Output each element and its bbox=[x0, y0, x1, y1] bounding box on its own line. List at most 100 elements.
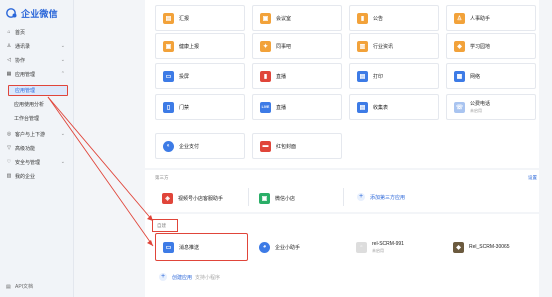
app-card-wechat-shop[interactable]: ▣ 微信小店 bbox=[252, 185, 342, 211]
add-third-party-button[interactable]: + 添加第三方应用 bbox=[357, 193, 405, 201]
learning-icon: ◆ bbox=[454, 40, 465, 52]
app-label: rel-SCRM-991 bbox=[372, 240, 404, 247]
app-card-health-report[interactable]: ▣ 健康上报 bbox=[155, 33, 245, 59]
app-card-live[interactable]: ▮ 直播 bbox=[252, 63, 342, 89]
app-label: 消息推送 bbox=[179, 244, 200, 251]
create-app-button[interactable]: + 创建应用 支持小程序 bbox=[159, 273, 220, 281]
section-title-third-party: 第三方 bbox=[155, 175, 169, 180]
app-label: 网络 bbox=[470, 73, 481, 80]
divider bbox=[343, 188, 344, 206]
sidebar-item-apps[interactable]: ▦ 应用管理 ⌃ bbox=[4, 68, 70, 80]
section-title-custom: 自建 bbox=[157, 223, 166, 228]
print-icon: ▤ bbox=[357, 70, 368, 82]
app-label: 同事吧 bbox=[276, 43, 292, 50]
announcement-icon: ▮ bbox=[357, 12, 368, 24]
door-icon: ▯ bbox=[163, 101, 174, 113]
screen-cast-icon: ▭ bbox=[163, 70, 174, 82]
app-label: 打印 bbox=[373, 73, 384, 80]
app-label-group: rel-SCRM-991 未启用 bbox=[372, 241, 404, 254]
sidebar-item-label: 应用管理 bbox=[15, 71, 36, 78]
message-icon: ▭ bbox=[163, 241, 174, 253]
app-label-group: 公费电话 未启用 bbox=[470, 100, 490, 114]
app-label: 视频号小店客服助手 bbox=[178, 195, 224, 202]
sidebar-item-collab[interactable]: ◁ 协作 ⌄ bbox=[4, 54, 70, 66]
app-card-message-push[interactable]: ▭ 消息推送 bbox=[155, 233, 248, 261]
sidebar-item-label: 首页 bbox=[15, 29, 26, 36]
api-doc-label: API文档 bbox=[15, 284, 34, 290]
chevron-down-icon: ⌄ bbox=[60, 57, 65, 63]
wecom-logo-icon bbox=[6, 7, 18, 19]
app-label: 企业小助手 bbox=[275, 244, 301, 251]
app-card-rel-scrm-30065[interactable]: ◆ Rel_SCRM-30065 bbox=[446, 234, 536, 260]
contacts-icon: ♙ bbox=[6, 43, 12, 49]
sidebar-subitem-app-management[interactable]: 应用管理 bbox=[8, 85, 68, 96]
customer-icon: ◎ bbox=[6, 131, 12, 137]
apps-icon: ▦ bbox=[6, 71, 12, 77]
main-content: ▤ 汇报 ▣ 会议室 ▮ 公告 ♙ 人事助手 ▣ 健康上报 ✦ 同事吧 ▥ 行业… bbox=[75, 0, 552, 297]
app-card-red-packet-cover[interactable]: ▬ 红包封面 bbox=[252, 133, 342, 159]
meeting-room-icon: ▣ bbox=[260, 12, 271, 24]
live-icon: ▮ bbox=[260, 70, 271, 82]
network-icon: ▦ bbox=[454, 70, 465, 82]
api-doc-link[interactable]: ▤ API文档 bbox=[6, 283, 34, 291]
health-report-icon: ▣ bbox=[163, 40, 174, 52]
app-card-live-broadcast[interactable]: LIVE 直播 bbox=[252, 94, 342, 120]
app-label: 人事助手 bbox=[470, 15, 491, 22]
app-card-enterprise-pay[interactable]: ◐ 企业支付 bbox=[155, 133, 245, 159]
app-card-screen-cast[interactable]: ▭ 投屏 bbox=[155, 63, 245, 89]
divider bbox=[248, 188, 249, 206]
sidebar-item-security[interactable]: ♡ 安全与管理 ⌄ bbox=[4, 156, 70, 168]
brand[interactable]: 企业微信 bbox=[6, 6, 58, 20]
app-card-form-collection[interactable]: ▤ 收集表 bbox=[349, 94, 439, 120]
app-card-announcement[interactable]: ▮ 公告 bbox=[349, 5, 439, 31]
app-card-meeting-room[interactable]: ▣ 会议室 bbox=[252, 5, 342, 31]
app-label: 健康上报 bbox=[179, 43, 200, 50]
app-card-video-shop-service[interactable]: ◈ 视频号小店客服助手 bbox=[155, 185, 245, 211]
sidebar-item-company[interactable]: ▥ 我的企业 bbox=[4, 170, 70, 182]
app-label: 红包封面 bbox=[276, 143, 297, 150]
app-card-access-control[interactable]: ▯ 门禁 bbox=[155, 94, 245, 120]
home-icon: ⌂ bbox=[7, 29, 11, 35]
live-badge-icon: LIVE bbox=[260, 101, 271, 113]
colleague-bar-icon: ✦ bbox=[260, 40, 271, 52]
app-card-learning[interactable]: ◆ 学习园地 bbox=[446, 33, 536, 59]
app-status: 未启用 bbox=[372, 247, 384, 253]
app-card-colleague-bar[interactable]: ✦ 同事吧 bbox=[252, 33, 342, 59]
app-label: 会议室 bbox=[276, 15, 292, 22]
report-icon: ▤ bbox=[163, 12, 174, 24]
app-label: 门禁 bbox=[179, 104, 190, 111]
sidebar-item-label: 我的企业 bbox=[15, 173, 36, 180]
sidebar-subitem-label: 工作台管理 bbox=[14, 116, 40, 122]
app-label: Rel_SCRM-30065 bbox=[469, 244, 510, 250]
create-app-sub: 支持小程序 bbox=[195, 274, 221, 281]
app-card-rel-scrm-991[interactable]: ▫ rel-SCRM-991 未启用 bbox=[349, 234, 439, 260]
sidebar-item-customer[interactable]: ◎ 客户与上下游 ⌄ bbox=[4, 128, 70, 140]
third-party-settings-link[interactable]: 设置 bbox=[528, 175, 537, 181]
sidebar-subitem-label: 应用管理 bbox=[15, 88, 36, 94]
app-card-enterprise-assistant[interactable]: ◕ 企业小助手 bbox=[252, 234, 342, 260]
plus-icon: + bbox=[159, 273, 167, 281]
chevron-down-icon: ⌄ bbox=[60, 43, 65, 49]
app-label: 行业资讯 bbox=[373, 43, 394, 50]
app-card-hr-assistant[interactable]: ♙ 人事助手 bbox=[446, 5, 536, 31]
sidebar-subitem-workbench[interactable]: 工作台管理 bbox=[8, 113, 68, 124]
sidebar-item-label: 客户与上下游 bbox=[15, 131, 46, 138]
app-card-industry-news[interactable]: ▥ 行业资讯 bbox=[349, 33, 439, 59]
sidebar-item-contacts[interactable]: ♙ 通讯录 ⌄ bbox=[4, 40, 70, 52]
sidebar-subitem-app-analytics[interactable]: 应用使用分析 bbox=[8, 99, 68, 110]
create-app-label: 创建应用 bbox=[172, 274, 193, 281]
app-card-print[interactable]: ▤ 打印 bbox=[349, 63, 439, 89]
app-label: 直播 bbox=[276, 73, 287, 80]
sidebar-item-home[interactable]: ⌂ 首页 bbox=[4, 26, 70, 38]
sidebar-item-advanced[interactable]: ▽ 高级功能 bbox=[4, 142, 70, 154]
app-label: 汇报 bbox=[179, 15, 190, 22]
pay-icon: ◐ bbox=[163, 140, 174, 152]
hr-assistant-icon: ♙ bbox=[454, 12, 465, 24]
app-thumbnail-icon: ◆ bbox=[453, 241, 464, 253]
sidebar: 企业微信 ⌂ 首页 ♙ 通讯录 ⌄ ◁ 协作 ⌄ ▦ 应用管理 ⌃ 应用管理 应… bbox=[0, 0, 74, 297]
app-card-report[interactable]: ▤ 汇报 bbox=[155, 5, 245, 31]
app-card-public-phone[interactable]: ☏ 公费电话 未启用 bbox=[446, 94, 536, 120]
sidebar-item-label: 协作 bbox=[15, 57, 26, 64]
sidebar-item-label: 安全与管理 bbox=[15, 159, 41, 166]
app-card-network[interactable]: ▦ 网络 bbox=[446, 63, 536, 89]
